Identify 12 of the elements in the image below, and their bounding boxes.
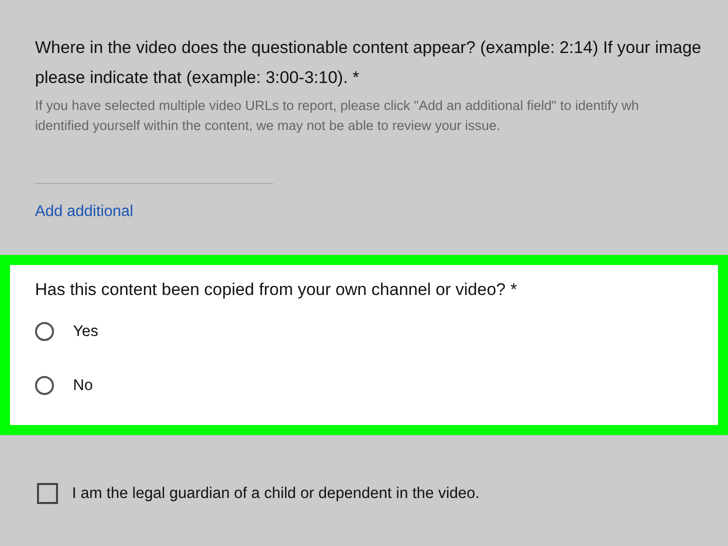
question-text: Has this content been copied from your own channel or video? * <box>35 279 517 302</box>
hint-text: If you have selected multiple video URLs to report, please click "Add an additional field" to identify wh <box>35 97 639 115</box>
checkbox[interactable] <box>37 483 58 504</box>
checkbox-label: I am the legal guardian of a child or dependent in the video. <box>72 484 480 504</box>
hint-text: identified yourself within the content, we may not be able to review your issue. <box>35 117 500 135</box>
radio-button[interactable] <box>35 322 54 341</box>
radio-button[interactable] <box>35 376 54 396</box>
add-additional-link[interactable]: Add additional <box>35 200 134 224</box>
option-label: Yes <box>73 322 98 342</box>
question-text: Where in the video does the questionable content appear? (example: 2:14) If your image <box>35 37 702 59</box>
question-text: please indicate that (example: 3:00-3:10). * <box>35 67 360 89</box>
option-label: No <box>73 376 93 396</box>
